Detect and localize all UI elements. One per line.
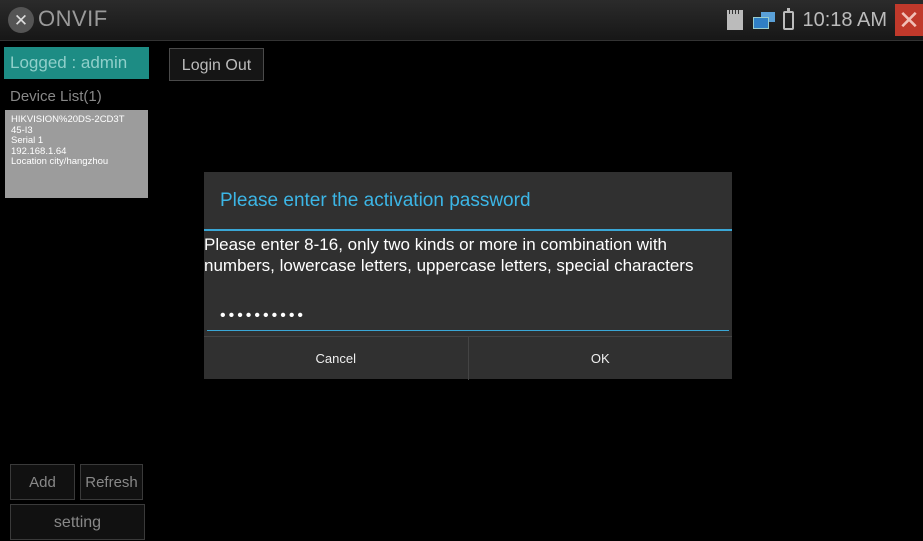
dialog-button-row: Cancel OK (204, 336, 732, 380)
device-model: 45-I3 (11, 125, 33, 136)
device-ip: 192.168.1.64 (11, 146, 67, 157)
login-out-button[interactable]: Login Out (169, 48, 264, 81)
battery-icon (783, 7, 795, 30)
title-bar: ✕ ONVIF 10:18 AM ✕ (0, 0, 923, 41)
network-icon (753, 12, 776, 29)
ok-button[interactable]: OK (469, 337, 733, 380)
device-list-item[interactable]: HIKVISION%20DS-2CD3T 45-I3 Serial 1 192.… (5, 110, 148, 198)
activation-password-dialog: Please enter the activation password Ple… (204, 172, 732, 380)
dialog-message: Please enter 8-16, only two kinds or mor… (204, 235, 694, 275)
status-area: 10:18 AM ✕ (727, 0, 923, 40)
close-icon[interactable]: ✕ (895, 4, 923, 36)
device-location: Location city/hangzhou (11, 157, 109, 167)
clock: 10:18 AM (802, 8, 887, 31)
refresh-button[interactable]: Refresh (80, 464, 143, 500)
logged-status-button[interactable]: Logged : admin (4, 47, 149, 79)
onvif-logo-icon: ✕ (8, 7, 34, 33)
cancel-button[interactable]: Cancel (204, 337, 469, 380)
app-title: ONVIF (38, 6, 108, 31)
device-list-label: Device List(1) (10, 88, 102, 105)
dialog-divider (204, 229, 732, 231)
add-button[interactable]: Add (10, 464, 75, 500)
setting-button[interactable]: setting (10, 504, 145, 540)
password-input[interactable]: •••••••••• (207, 303, 729, 331)
device-name: HIKVISION%20DS-2CD3T (11, 115, 125, 125)
sd-card-icon (727, 10, 744, 30)
device-serial: Serial 1 (11, 136, 44, 146)
dialog-title: Please enter the activation password (220, 190, 531, 211)
